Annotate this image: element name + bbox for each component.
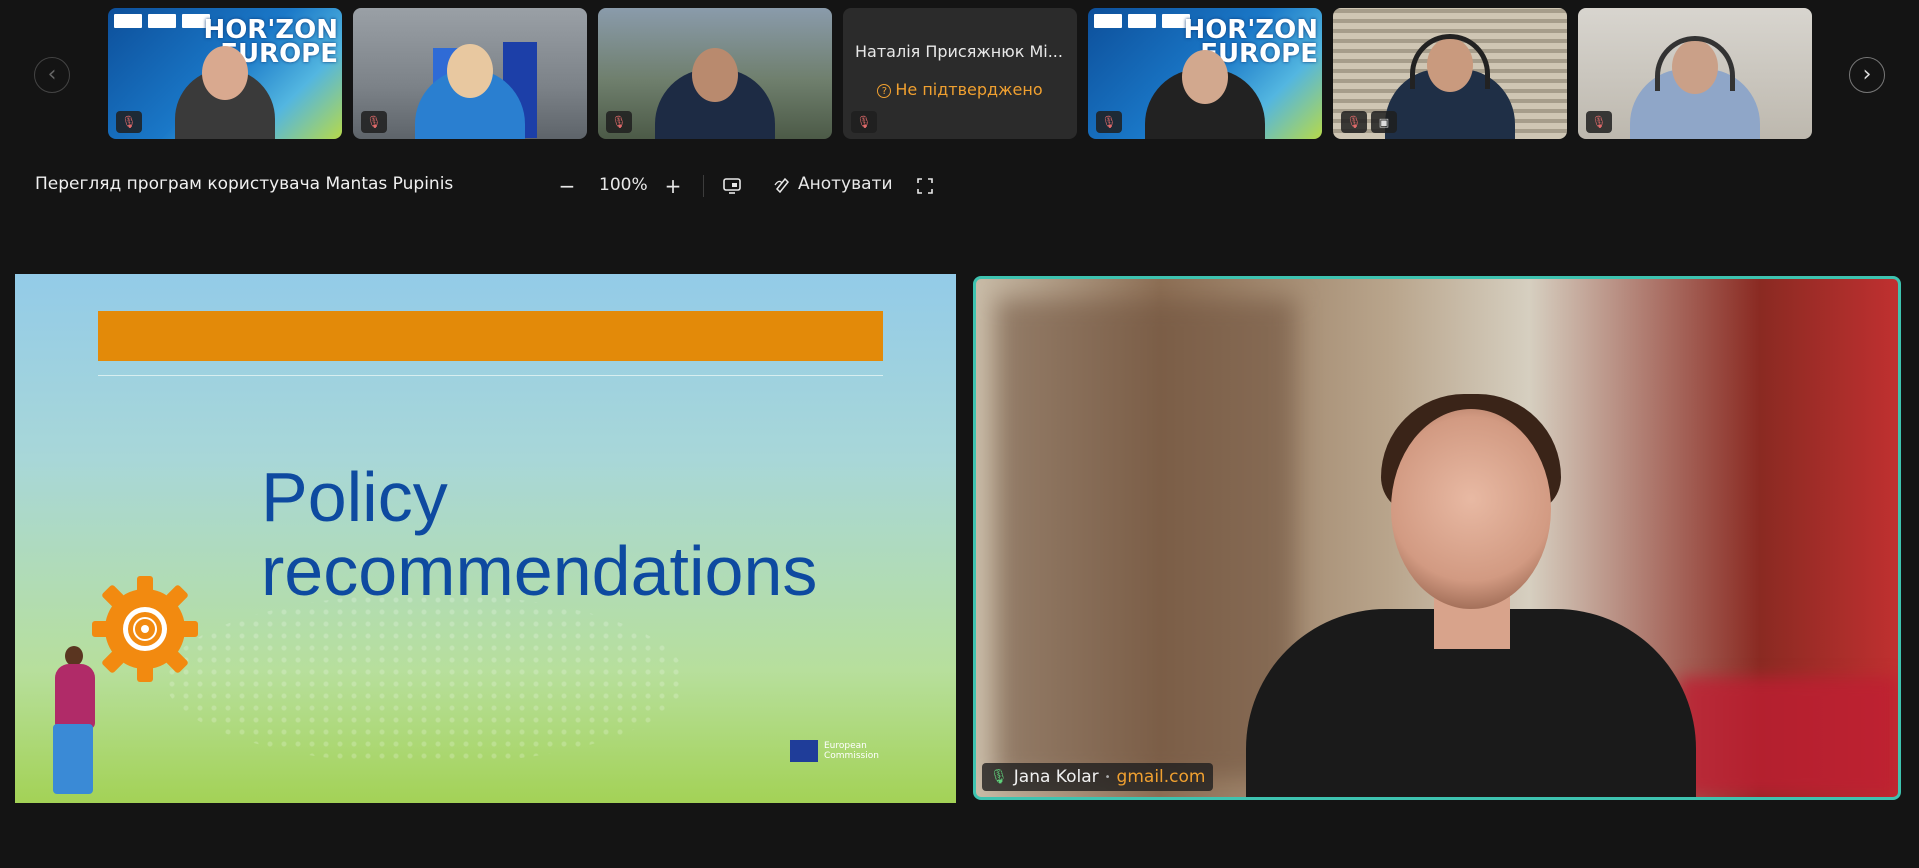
participant-status: ? Не підтверджено	[843, 80, 1077, 99]
person-illustration-head	[65, 646, 83, 666]
slide-divider	[98, 375, 883, 376]
speaker-email: gmail.com	[1116, 767, 1206, 787]
active-speaker-video[interactable]: 🎙 Jana Kolar • gmail.com	[973, 276, 1901, 800]
speaker-face	[1391, 409, 1551, 609]
muted-mic-icon: 🎙	[116, 111, 142, 133]
annotate-label: Анотувати	[798, 174, 893, 194]
muted-mic-icon: 🎙	[1096, 111, 1122, 133]
participant-tile-2[interactable]: 🎙	[353, 8, 587, 139]
zoom-out-button[interactable]: −	[553, 172, 581, 200]
chevron-left-icon: ‹	[47, 62, 57, 87]
muted-mic-icon: 🎙	[606, 111, 632, 133]
participant-tile-7[interactable]: 🎙	[1578, 8, 1812, 139]
pop-out-button[interactable]	[718, 172, 746, 200]
expand-icon	[917, 178, 933, 194]
sponsor-logos	[114, 14, 210, 28]
participant-face	[447, 44, 493, 98]
participant-tile-3[interactable]: 🎙	[598, 8, 832, 139]
speaker-name-tag: 🎙 Jana Kolar • gmail.com	[982, 763, 1214, 791]
eu-flag-icon	[790, 740, 818, 762]
zoom-level[interactable]: 100%	[599, 175, 648, 195]
question-circle-icon: ?	[877, 84, 892, 98]
muted-mic-icon: 🎙	[1586, 111, 1612, 133]
participant-tile-1[interactable]: HOR'ZON EUROPE 🎙	[108, 8, 342, 139]
muted-mic-icon: 🎙	[361, 111, 387, 133]
participant-tile-5[interactable]: HOR'ZON EUROPE 🎙	[1088, 8, 1322, 139]
next-participants-button[interactable]: ›	[1849, 57, 1885, 93]
minus-icon: −	[558, 174, 576, 198]
fullscreen-button[interactable]	[911, 172, 939, 200]
name-separator: •	[1104, 771, 1111, 783]
shared-content-title: Перегляд програм користувача Mantas Pupi…	[35, 174, 454, 194]
background-painting	[996, 299, 1296, 779]
participant-name: Наталія Присяжнюк Мі...	[855, 42, 1063, 61]
european-commission-logo: European Commission	[790, 740, 879, 762]
person-illustration-legs	[53, 724, 93, 794]
slide-title: Policy recommendations	[261, 458, 818, 610]
microphone-icon: 🎙	[990, 769, 1008, 785]
annotate-button[interactable]: Анотувати	[774, 174, 893, 194]
toolbar-divider	[703, 175, 704, 197]
participant-tile-4[interactable]: Наталія Присяжнюк Мі... ? Не підтверджено…	[843, 8, 1077, 139]
participant-tile-6[interactable]: 🎙 ▣	[1333, 8, 1567, 139]
pen-icon	[774, 177, 790, 193]
plus-icon: +	[664, 174, 682, 198]
participant-face	[692, 48, 738, 102]
chevron-right-icon: ›	[1862, 62, 1872, 87]
headset	[1655, 36, 1735, 91]
shared-slide: Policy recommendations European Commissio…	[15, 274, 956, 803]
speaker-name: Jana Kolar	[1013, 767, 1099, 787]
participant-face	[202, 46, 248, 100]
sponsor-logos	[1094, 14, 1190, 28]
muted-mic-icon: 🎙	[1341, 111, 1367, 133]
europe-map-dots	[165, 594, 685, 764]
person-illustration	[55, 664, 95, 729]
headset	[1410, 34, 1490, 89]
monitor-icon	[723, 178, 741, 194]
participant-face	[1182, 50, 1228, 104]
zoom-in-button[interactable]: +	[659, 172, 687, 200]
gear-target-icon	[92, 576, 198, 682]
muted-mic-icon: 🎙	[851, 111, 877, 133]
background-red	[1678, 677, 1898, 797]
previous-participants-button[interactable]: ‹	[34, 57, 70, 93]
screen-share-icon: ▣	[1371, 111, 1397, 133]
slide-header-bar	[98, 311, 883, 361]
